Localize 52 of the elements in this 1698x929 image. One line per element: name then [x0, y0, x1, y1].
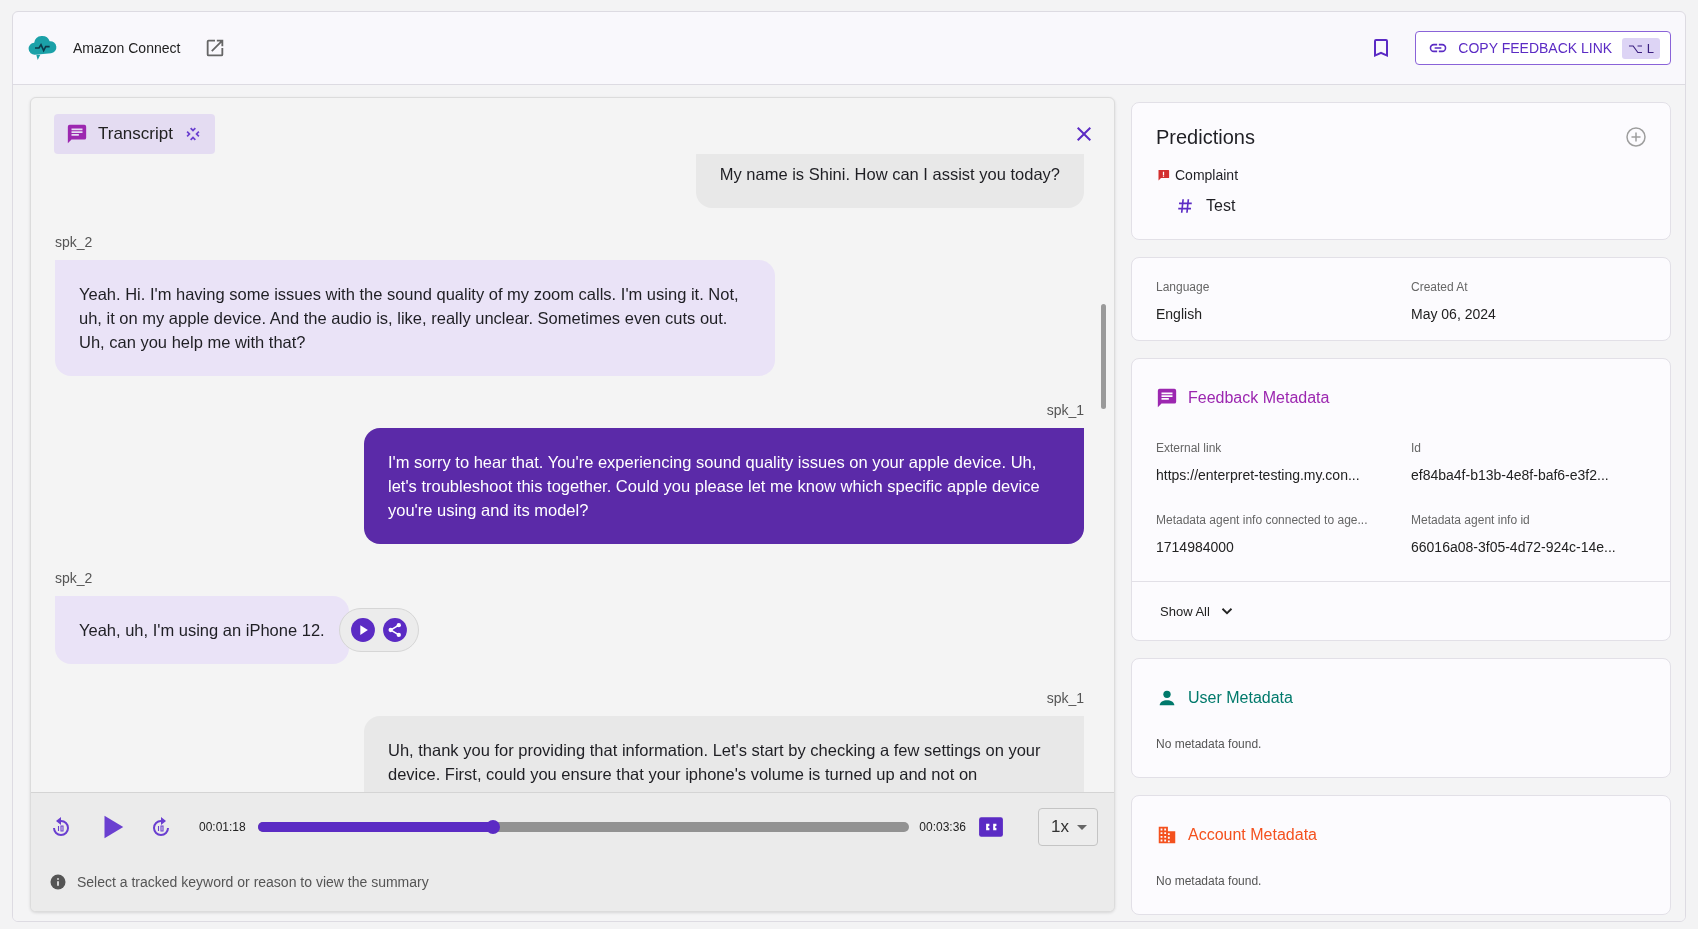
chat-icon — [66, 123, 88, 145]
prediction-reason[interactable]: Complaint — [1175, 167, 1239, 183]
field-label: Metadata agent info connected to age... — [1156, 513, 1369, 527]
empty-message: No metadata found. — [1156, 737, 1263, 751]
message-bubble[interactable]: Uh, thank you for providing that information. Let's start by checking a few settings on your device. First, could you ensure that your iphone's volume is turned up and not on — [364, 716, 1084, 792]
speaker-label: spk_1 — [1046, 690, 1084, 706]
progress-thumb[interactable] — [485, 820, 500, 834]
play-icon[interactable] — [349, 617, 376, 643]
caret-icon — [1077, 824, 1087, 830]
section-title: User Metadata — [1188, 689, 1293, 707]
app-name: Amazon Connect — [73, 40, 181, 56]
message-bubble[interactable]: I'm sorry to hear that. You're experiencing sound quality issues on your apple device. Uh, let's troubleshoot this together. Could you please let me know which specific apple device you're using and its model? — [364, 428, 1084, 544]
transcript-tab[interactable]: Transcript — [54, 114, 215, 154]
section-title: Feedback Metadata — [1188, 389, 1330, 407]
hash-icon — [1176, 197, 1194, 215]
playback-speed-select[interactable]: 1x — [1038, 808, 1098, 846]
field-value: https://enterpret-testing.my.con... — [1156, 467, 1361, 483]
field-value: 66016a08-3f05-4d72-924c-14e... — [1411, 539, 1617, 555]
speaker-label: spk_2 — [55, 570, 93, 586]
speaker-label: spk_2 — [55, 234, 93, 250]
show-all-button[interactable]: Show All — [1160, 602, 1236, 620]
copy-feedback-link-button[interactable]: COPY FEEDBACK LINK ⌥ L — [1415, 31, 1671, 65]
info-icon — [49, 873, 67, 891]
add-icon[interactable] — [1624, 125, 1648, 149]
flag-icon — [1156, 167, 1171, 183]
field-label: Created At — [1411, 280, 1469, 294]
captions-icon[interactable] — [978, 814, 1005, 840]
field-value: May 06, 2024 — [1411, 306, 1497, 322]
field-label: Id — [1411, 441, 1422, 455]
field-value: English — [1156, 306, 1203, 322]
message-bubble[interactable]: Yeah. Hi. I'm having some issues with the sound quality of my zoom calls. I'm using it. Not, uh, it on my apple device. And the audio is, like, really unclear. Sometimes even cuts out. Uh, can you help me with that? — [55, 260, 775, 376]
message-bubble[interactable]: Yeah, uh, I'm using an iPhone 12. — [55, 596, 349, 664]
field-value: 1714984000 — [1156, 539, 1235, 555]
building-icon — [1156, 824, 1178, 846]
section-title: Account Metadata — [1188, 826, 1317, 844]
message-bubble[interactable]: My name is Shini. How can I assist you today? — [695, 154, 1084, 208]
card-title: Predictions — [1156, 125, 1255, 149]
field-label: External link — [1156, 441, 1223, 455]
field-label: Metadata agent info id — [1411, 513, 1531, 527]
keyboard-shortcut: ⌥ L — [1622, 37, 1660, 59]
prediction-keyword[interactable]: Test — [1206, 197, 1236, 215]
share-icon[interactable] — [381, 617, 408, 643]
empty-message: No metadata found. — [1156, 874, 1263, 888]
chat-icon — [1156, 387, 1178, 409]
speaker-label: spk_1 — [1046, 402, 1084, 418]
field-value: ef84ba4f-b13b-4e8f-baf6-e3f2... — [1411, 467, 1610, 483]
scrollbar[interactable] — [1101, 304, 1106, 409]
field-label: Language — [1156, 280, 1211, 294]
elapsed-time: 00:01:18 — [199, 820, 246, 834]
total-time: 00:03:36 — [919, 820, 967, 834]
progress-track[interactable] — [257, 822, 910, 832]
hint-text: Select a tracked keyword or reason to view the summary — [77, 874, 429, 890]
